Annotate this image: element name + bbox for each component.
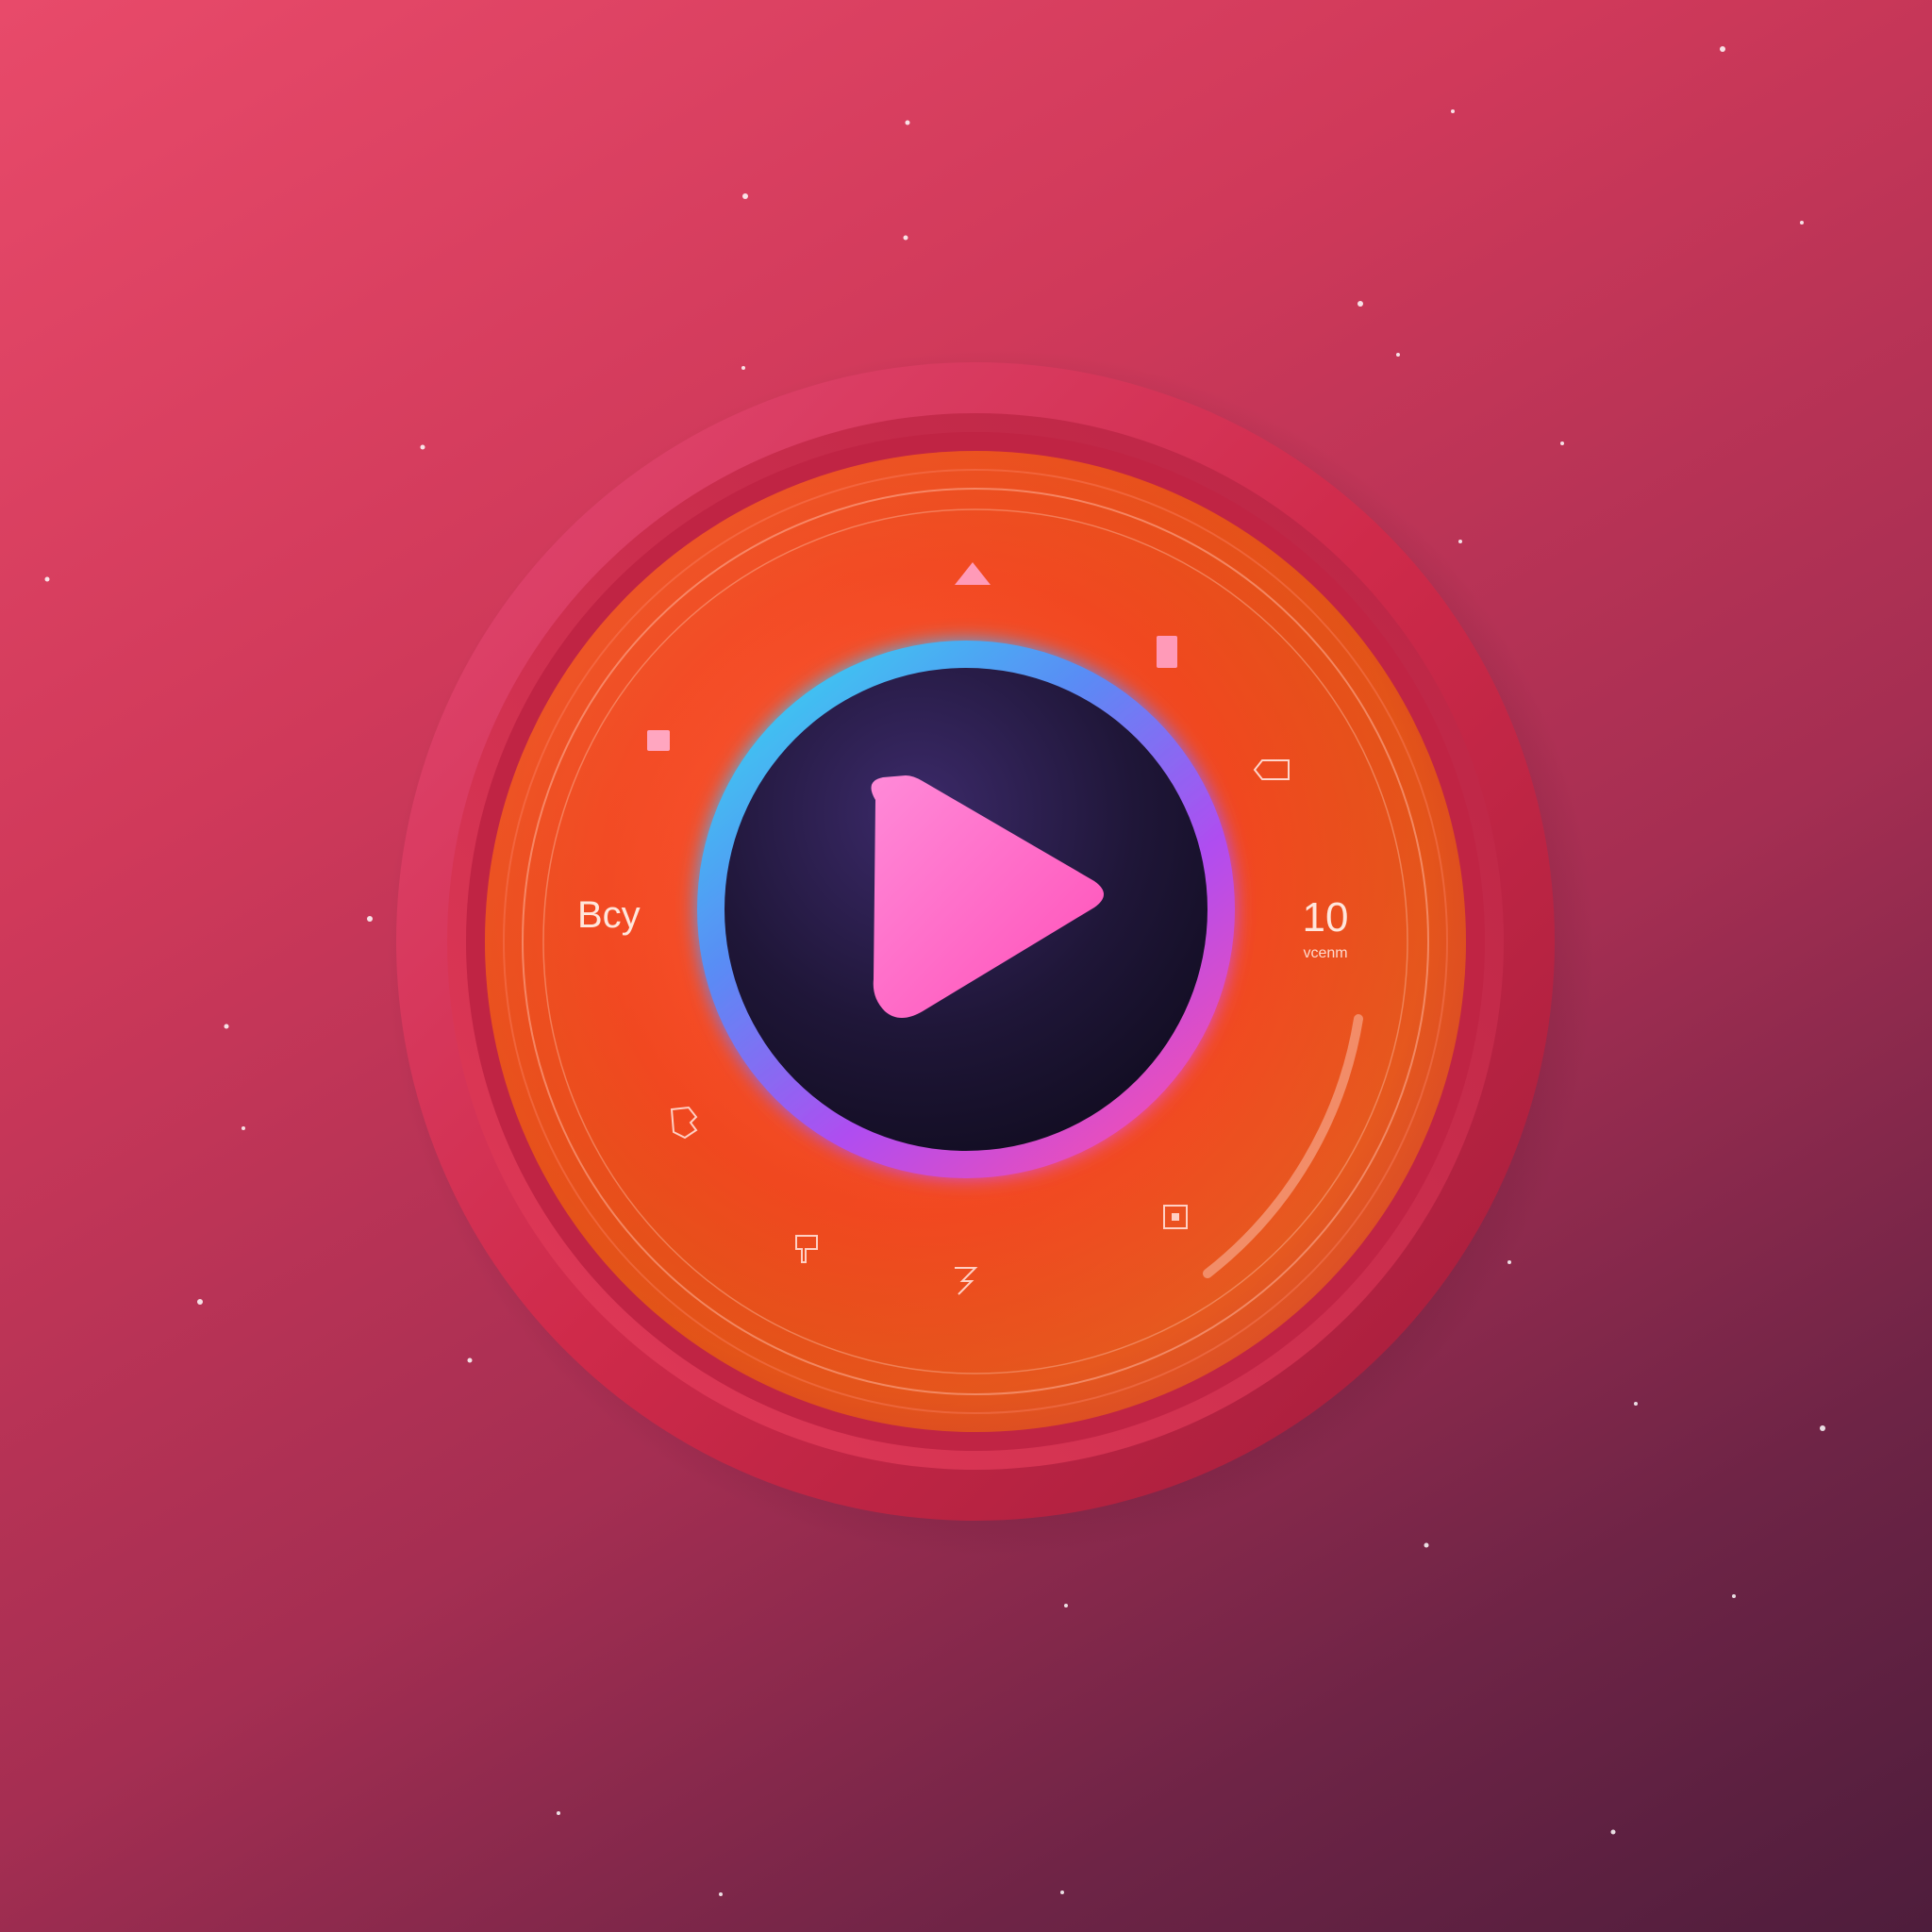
square-outline-marker-icon[interactable] <box>1162 1204 1189 1230</box>
play-button[interactable] <box>724 668 1206 1149</box>
square-small-marker-icon[interactable] <box>645 728 672 753</box>
bolt-marker-icon[interactable] <box>668 1104 700 1141</box>
square-marker-icon[interactable] <box>1155 634 1179 670</box>
dial-left-label: Bcy <box>577 894 641 936</box>
dial-right-sub-label: vcenm <box>1303 945 1348 961</box>
lightning-marker-icon[interactable] <box>951 1264 979 1298</box>
triangle-up-icon[interactable] <box>953 560 992 587</box>
play-icon <box>871 775 1104 1018</box>
dial-right-value: 10 <box>1302 894 1349 941</box>
tag-marker-icon[interactable] <box>1253 758 1291 781</box>
app-stage: Bcy 10 vcenm <box>0 0 1932 1932</box>
flag-marker-icon[interactable] <box>792 1232 821 1266</box>
